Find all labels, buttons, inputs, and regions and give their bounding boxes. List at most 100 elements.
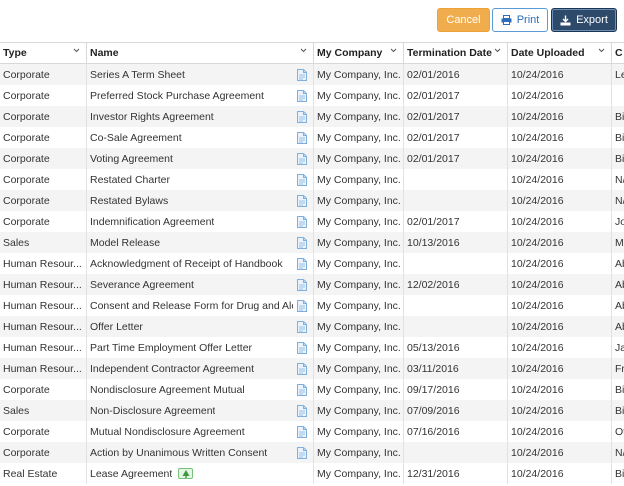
document-name[interactable]: Severance Agreement [90,279,194,291]
cell-name[interactable]: Model Release [87,232,314,253]
document-icon[interactable] [297,363,307,375]
table-row[interactable]: Corporate Restated Charter My Company, Inc… [0,169,624,190]
column-header-termination-date[interactable]: Termination Date [404,43,508,63]
table-row[interactable]: Corporate Action by Unanimous Written Con… [0,442,624,463]
cell-name[interactable]: Restated Charter [87,169,314,190]
document-name[interactable]: Model Release [90,237,160,249]
cell-name[interactable]: Investor Rights Agreement [87,106,314,127]
table-body: Corporate Series A Term Sheet My Company, … [0,64,624,484]
document-name[interactable]: Investor Rights Agreement [90,111,214,123]
table-row[interactable]: Corporate Voting Agreement My Company, Inc… [0,148,624,169]
cell-name[interactable]: Part Time Employment Offer Letter [87,337,314,358]
table-row[interactable]: Human Resour... Independent Contractor Ag… [0,358,624,379]
cell-name[interactable]: Mutual Nondisclosure Agreement [87,421,314,442]
cell-name[interactable]: Series A Term Sheet [87,64,314,85]
cell-date-uploaded: 10/24/2016 [508,379,612,400]
document-icon[interactable] [297,69,307,81]
cell-company: My Company, Inc. [314,190,404,211]
cell-name[interactable]: Non-Disclosure Agreement [87,400,314,421]
document-icon[interactable] [297,300,307,312]
cell-type: Corporate [0,64,87,85]
cell-name[interactable]: Offer Letter [87,316,314,337]
document-icon[interactable] [297,405,307,417]
cell-name[interactable]: Preferred Stock Purchase Agreement [87,85,314,106]
document-icon[interactable] [297,153,307,165]
document-icon[interactable] [297,426,307,438]
document-name[interactable]: Offer Letter [90,321,143,333]
table-row[interactable]: Human Resour... Acknowledgment of Receipt… [0,253,624,274]
document-icon[interactable] [297,216,307,228]
table-row[interactable]: Corporate Series A Term Sheet My Company, … [0,64,624,85]
document-name[interactable]: Action by Unanimous Written Consent [90,447,267,459]
document-icon[interactable] [297,321,307,333]
document-name[interactable]: Restated Charter [90,174,170,186]
document-icon[interactable] [297,384,307,396]
document-icon[interactable] [297,111,307,123]
cell-name[interactable]: Action by Unanimous Written Consent [87,442,314,463]
document-name[interactable]: Non-Disclosure Agreement [90,405,215,417]
export-button[interactable]: Export [551,8,617,32]
column-header-name[interactable]: Name [87,43,314,63]
cancel-button[interactable]: Cancel [437,8,490,32]
document-name[interactable]: Voting Agreement [90,153,173,165]
column-header-company[interactable]: My Company [314,43,404,63]
document-icon[interactable] [297,258,307,270]
document-name[interactable]: Consent and Release Form for Drug and Al… [90,300,293,312]
cell-company: My Company, Inc. [314,106,404,127]
cell-name[interactable]: Restated Bylaws [87,190,314,211]
cell-name[interactable]: Co-Sale Agreement [87,127,314,148]
cell-name[interactable]: Voting Agreement [87,148,314,169]
document-name[interactable]: Restated Bylaws [90,195,168,207]
cell-date-uploaded: 10/24/2016 [508,85,612,106]
tree-icon[interactable] [178,468,194,479]
table-row[interactable]: Corporate Mutual Nondisclosure Agreement M… [0,421,624,442]
document-name[interactable]: Acknowledgment of Receipt of Handbook [90,258,283,270]
cell-name[interactable]: Severance Agreement [87,274,314,295]
column-header-label: Type [3,47,27,59]
document-name[interactable]: Nondisclosure Agreement Mutual [90,384,245,396]
table-row[interactable]: Corporate Investor Rights Agreement My Com… [0,106,624,127]
cell-name[interactable]: Consent and Release Form for Drug and Al… [87,295,314,316]
cell-type: Corporate [0,190,87,211]
table-row[interactable]: Real Estate Lease Agreement My Company, In… [0,463,624,484]
table-row[interactable]: Human Resour... Part Time Employment Offe… [0,337,624,358]
cell-termination-date: 02/01/2017 [404,148,508,169]
document-icon[interactable] [297,342,307,354]
table-row[interactable]: Corporate Co-Sale Agreement My Company, In… [0,127,624,148]
document-icon[interactable] [297,195,307,207]
table-row[interactable]: Corporate Indemnification Agreement My Com… [0,211,624,232]
document-icon[interactable] [297,132,307,144]
cell-name[interactable]: Nondisclosure Agreement Mutual [87,379,314,400]
document-icon[interactable] [297,447,307,459]
document-name[interactable]: Series A Term Sheet [90,69,185,81]
column-header-c[interactable]: C [612,43,624,63]
table-row[interactable]: Human Resour... Consent and Release Form … [0,295,624,316]
document-name[interactable]: Part Time Employment Offer Letter [90,342,252,354]
cell-c: Bi [615,152,624,165]
table-row[interactable]: Human Resour... Severance Agreement My Com… [0,274,624,295]
table-row[interactable]: Human Resour... Offer Letter My Company, I… [0,316,624,337]
table-row[interactable]: Corporate Preferred Stock Purchase Agreem… [0,85,624,106]
table-row[interactable]: Sales Model Release My Company, Inc. 10/13/… [0,232,624,253]
document-name[interactable]: Lease Agreement [90,468,172,480]
column-header-date-uploaded[interactable]: Date Uploaded [508,43,612,63]
table-row[interactable]: Sales Non-Disclosure Agreement My Company,… [0,400,624,421]
cell-date-uploaded: 10/24/2016 [508,337,612,358]
table-row[interactable]: Corporate Restated Bylaws My Company, Inc.… [0,190,624,211]
cell-name[interactable]: Indemnification Agreement [87,211,314,232]
print-button[interactable]: Print [492,8,548,32]
document-name[interactable]: Indemnification Agreement [90,216,214,228]
cell-name[interactable]: Lease Agreement [87,463,314,484]
cell-name[interactable]: Independent Contractor Agreement [87,358,314,379]
document-icon[interactable] [297,237,307,249]
document-name[interactable]: Independent Contractor Agreement [90,363,254,375]
document-name[interactable]: Mutual Nondisclosure Agreement [90,426,245,438]
document-icon[interactable] [297,174,307,186]
document-name[interactable]: Preferred Stock Purchase Agreement [90,90,264,102]
table-row[interactable]: Corporate Nondisclosure Agreement Mutual M… [0,379,624,400]
document-name[interactable]: Co-Sale Agreement [90,132,182,144]
document-icon[interactable] [297,279,307,291]
column-header-type[interactable]: Type [0,43,87,63]
document-icon[interactable] [297,90,307,102]
cell-name[interactable]: Acknowledgment of Receipt of Handbook [87,253,314,274]
